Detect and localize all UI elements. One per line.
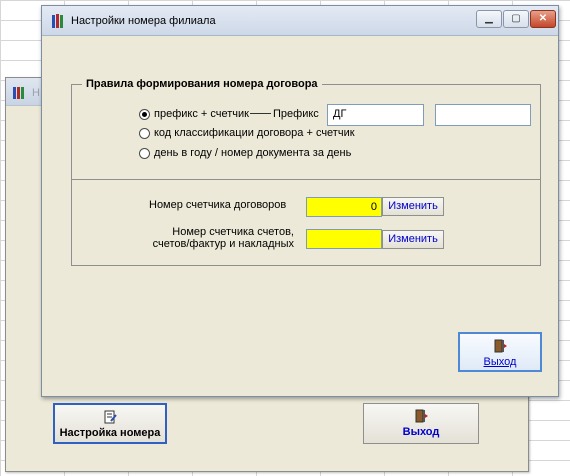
minimize-icon: ▁ (485, 13, 493, 24)
radio-label: код классификации договора + счетчик (154, 127, 355, 139)
radio-classification-counter[interactable]: код классификации договора + счетчик (139, 127, 355, 139)
group-title: Правила формирования номера договора (82, 78, 322, 90)
dialog-titlebar: Настройки номера филиала ▁ ▢ ✕ (42, 6, 558, 36)
number-setup-button[interactable]: Настройка номера (53, 403, 167, 444)
number-setup-button-label: Настройка номера (59, 427, 161, 439)
radio-prefix-counter[interactable]: префикс + счетчик (139, 108, 249, 120)
radio-indicator (139, 147, 150, 159)
close-button[interactable]: ✕ (530, 10, 556, 28)
edit-document-icon (104, 410, 117, 424)
radio-label: префикс + счетчик (154, 108, 249, 120)
exit-button-label: Выход (483, 356, 517, 368)
exit-door-icon (494, 339, 507, 353)
exit-button[interactable]: Выход (458, 332, 542, 372)
invoice-counter-field[interactable] (306, 229, 382, 249)
change-invoice-counter-button[interactable]: Изменить (382, 230, 444, 249)
dialog-title: Настройки номера филиала (71, 15, 216, 27)
back-window-title: Н (32, 87, 40, 99)
connector-line (250, 113, 271, 114)
back-exit-button-label: Выход (402, 426, 440, 438)
radio-day-doc-number[interactable]: день в году / номер документа за день (139, 147, 351, 159)
maximize-icon: ▢ (511, 13, 521, 24)
invoice-counter-label: Номер счетчика счетов, счетов/фактур и н… (152, 226, 294, 250)
maximize-button[interactable]: ▢ (503, 10, 529, 28)
prefix-extra-input[interactable] (435, 104, 531, 126)
prefix-label: Префикс (273, 108, 319, 120)
books-icon (52, 14, 63, 28)
change-contract-counter-button[interactable]: Изменить (382, 197, 444, 216)
radio-label: день в году / номер документа за день (154, 147, 352, 159)
contract-counter-field[interactable]: 0 (306, 197, 382, 217)
exit-door-icon (415, 409, 428, 423)
back-exit-button[interactable]: Выход (363, 403, 479, 444)
prefix-input[interactable]: ДГ (327, 104, 424, 126)
minimize-button[interactable]: ▁ (476, 10, 502, 28)
radio-indicator (139, 127, 150, 139)
branch-number-settings-dialog: Настройки номера филиала ▁ ▢ ✕ Правила ф… (41, 5, 559, 397)
close-icon: ✕ (538, 13, 548, 24)
radio-indicator (139, 108, 150, 120)
group-divider (71, 179, 541, 180)
contract-counter-label: Номер счетчика договоров (149, 199, 287, 211)
books-icon (13, 87, 24, 99)
